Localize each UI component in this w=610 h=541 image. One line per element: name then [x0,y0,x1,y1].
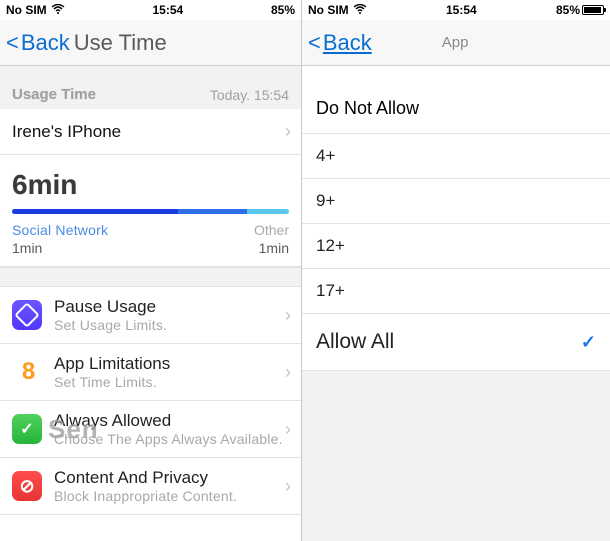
wifi-icon [51,3,65,17]
menu-text: Content And Privacy Block Inappropriate … [54,468,237,504]
option-allow-all[interactable]: Allow All ✓ [302,314,610,371]
usage-bar-segment-2 [178,209,247,214]
wifi-icon [353,3,367,17]
menu-content-privacy[interactable]: Content And Privacy Block Inappropriate … [0,458,301,515]
chevron-right-icon: › [285,305,291,326]
usage-total: 6min [12,169,289,201]
usage-section-header: Usage Time Today. 15:54 [0,66,301,109]
allowed-icon [12,414,42,444]
category-social-label: Social Network [12,222,108,238]
chevron-left-icon: < [6,30,19,56]
category-other-label: Other [254,222,289,238]
menu-title: App Limitations [54,354,170,374]
menu-pause-usage[interactable]: Pause Usage Set Usage Limits. › [0,287,301,344]
option-17-plus[interactable]: 17+ [302,269,610,314]
menu-title: Content And Privacy [54,468,237,488]
menu-text: App Limitations Set Time Limits. [54,354,170,390]
chevron-right-icon: › [285,419,291,440]
privacy-icon [12,471,42,501]
page-title: Use Time [74,30,167,56]
back-button[interactable]: < Back [6,30,70,56]
menu-always-allowed[interactable]: Always Allowed Choose The Apps Always Av… [0,401,301,458]
status-battery: 85% [556,3,604,17]
menu-app-limitations[interactable]: 8 App Limitations Set Time Limits. › [0,344,301,401]
menu-text: Pause Usage Set Usage Limits. [54,297,167,333]
device-name: Irene's IPhone [12,122,121,142]
back-button[interactable]: < Back [308,30,372,56]
screen-app-rating: No SIM 15:54 85% < Back App Do Not Allow… [302,0,610,541]
chevron-right-icon: › [285,362,291,383]
option-9-plus[interactable]: 9+ [302,179,610,224]
option-label: 17+ [316,281,345,301]
menu-sub: Choose The Apps Always Available. [54,431,283,447]
status-carrier: No SIM [6,3,47,17]
chevron-right-icon: › [285,476,291,497]
status-battery: 85% [271,3,295,17]
battery-icon [582,5,604,15]
section-gap [0,267,301,287]
nav-bar: < Back Use Time [0,20,301,66]
usage-summary: 6min Social Network Other 1min 1min [0,155,301,267]
option-12-plus[interactable]: 12+ [302,224,610,269]
chevron-left-icon: < [308,30,321,56]
status-bar: No SIM 15:54 85% [302,0,610,20]
option-label: Allow All [316,330,394,354]
hourglass-icon: 8 [12,357,42,387]
device-row[interactable]: Irene's IPhone › [0,109,301,155]
category-other-value: 1min [259,240,289,256]
menu-title: Always Allowed [54,411,283,431]
option-label: 9+ [316,191,335,211]
option-do-not-allow[interactable]: Do Not Allow [302,84,610,134]
rating-options-list: Do Not Allow 4+ 9+ 12+ 17+ Allow All ✓ [302,84,610,371]
empty-area [302,371,610,541]
status-time: 15:54 [65,3,271,17]
back-label: Back [21,30,70,56]
usage-bar [12,209,289,214]
status-time: 15:54 [367,3,556,17]
page-title: App [442,34,469,51]
menu-title: Pause Usage [54,297,167,317]
checkmark-icon: ✓ [581,332,596,353]
usage-bar-segment-1 [12,209,178,214]
battery-percent: 85% [556,3,580,17]
menu-text: Always Allowed Choose The Apps Always Av… [54,411,283,447]
option-4-plus[interactable]: 4+ [302,134,610,179]
option-label: 4+ [316,146,335,166]
option-label: Do Not Allow [316,98,419,119]
status-bar: No SIM 15:54 85% [0,0,301,20]
back-label: Back [323,30,372,56]
menu-sub: Set Time Limits. [54,374,170,390]
menu-sub: Set Usage Limits. [54,317,167,333]
usage-header-label: Usage Time [12,86,96,103]
nav-bar: < Back App [302,20,610,66]
chevron-right-icon: › [285,121,291,142]
menu-sub: Block Inappropriate Content. [54,488,237,504]
status-carrier: No SIM [308,3,349,17]
category-social-value: 1min [12,240,42,256]
pause-icon [12,300,42,330]
screen-use-time: No SIM 15:54 85% < Back Use Time Usage T… [0,0,302,541]
option-label: 12+ [316,236,345,256]
battery-percent: 85% [271,3,295,17]
usage-header-date: Today. 15:54 [210,87,289,103]
